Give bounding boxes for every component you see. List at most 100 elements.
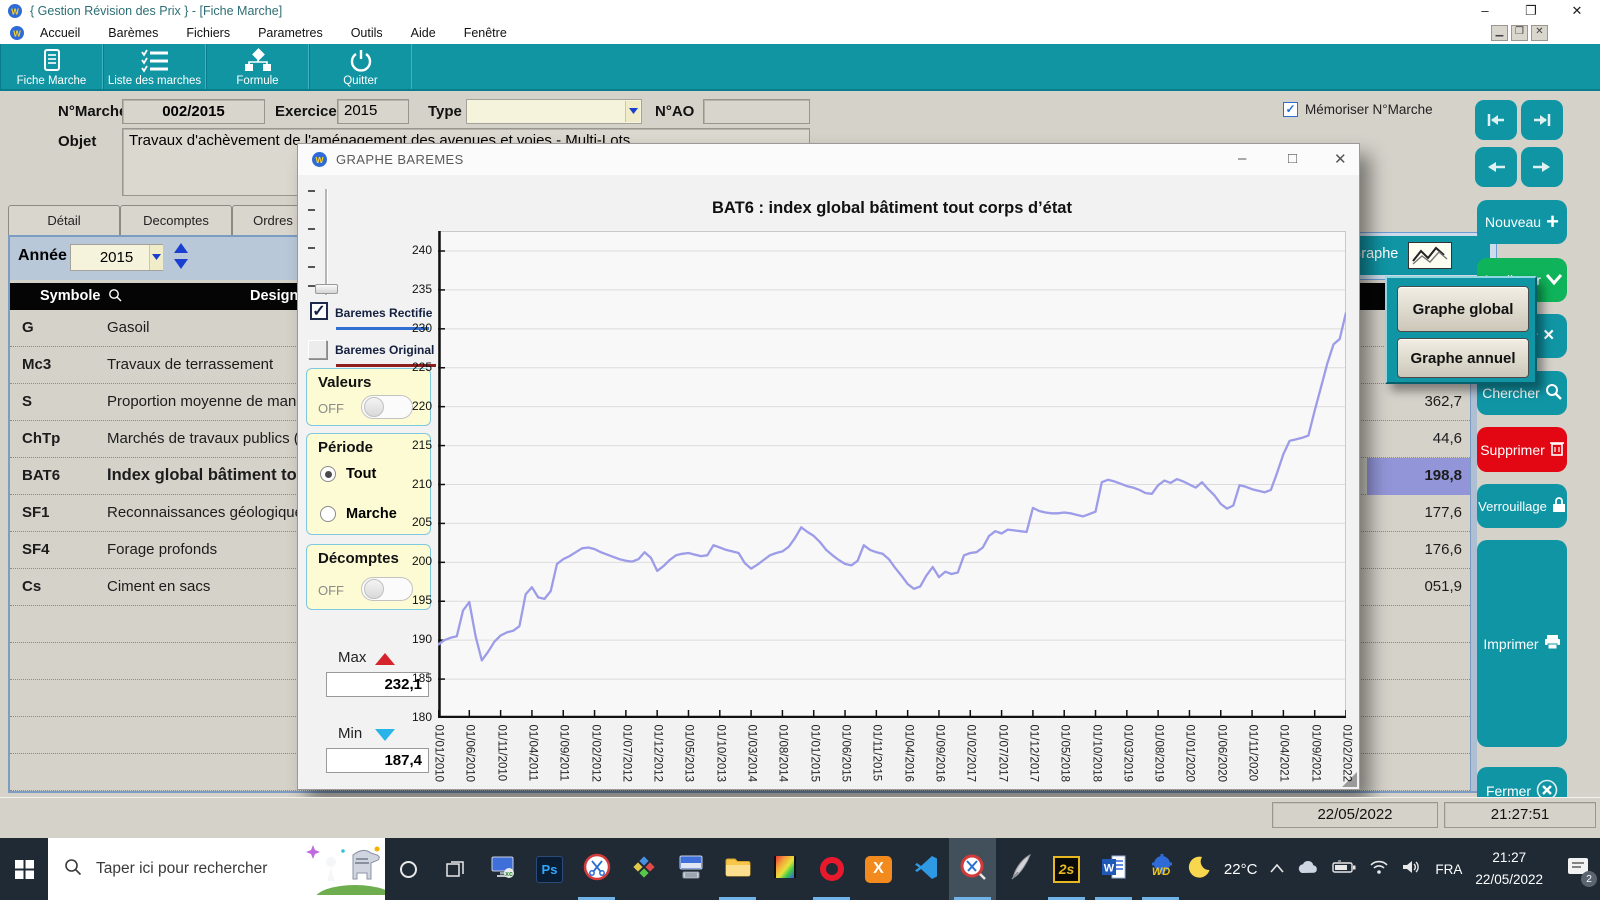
column-symbole[interactable]: Symbole (40, 288, 100, 304)
task-view-button[interactable] (432, 838, 479, 900)
chevron-down-icon[interactable] (149, 245, 163, 270)
taskbar-remote-desktop-icon[interactable]: xc (479, 838, 526, 900)
row-symbol: Mc3 (22, 356, 51, 373)
toolbar-button-fiche-marche[interactable]: Fiche Marche (0, 44, 103, 89)
valeurs-state: OFF (318, 401, 344, 416)
zoom-slider-track[interactable] (325, 189, 327, 295)
radio-tout[interactable] (320, 466, 336, 482)
min-field[interactable]: 187,4 (326, 748, 429, 773)
notifications-button[interactable]: 2 (1566, 856, 1590, 883)
chart-title: BAT6 : index global bâtiment tout corps … (592, 199, 1192, 223)
toolbar-button-quitter[interactable]: Quitter (309, 44, 412, 89)
start-button[interactable] (0, 838, 48, 900)
taskbar-diamond-versioning-icon[interactable] (620, 838, 667, 900)
first-record-button[interactable] (1475, 100, 1517, 140)
temperature[interactable]: 22°C (1224, 861, 1258, 878)
previous-record-button[interactable] (1475, 147, 1517, 187)
power-icon (348, 48, 374, 75)
x-axis-label: 01/09/2016 (932, 725, 945, 791)
night-mode-icon[interactable] (1187, 855, 1211, 884)
taskbar-photo-viewer-icon[interactable] (761, 838, 808, 900)
window-close-button[interactable]: ✕ (1554, 3, 1600, 19)
x-axis-label: 01/07/2012 (619, 725, 632, 791)
toolbar-button-formule[interactable]: Formule (206, 44, 309, 89)
radio-tout-label[interactable]: Tout (346, 466, 376, 482)
statusbar: 22/05/2022 21:27:51 (0, 797, 1600, 832)
menu-item-fentre[interactable]: Fenêtre (450, 22, 521, 44)
window-maximize-button[interactable]: ❐ (1508, 3, 1554, 19)
clock[interactable]: 21:2722/05/2022 (1475, 847, 1543, 890)
dialog-minimize-button[interactable]: – (1238, 150, 1246, 167)
graphe-annuel-button[interactable]: Graphe annuel (1397, 338, 1529, 378)
onedrive-cloud-icon[interactable] (1297, 860, 1319, 879)
x-axis-label: 01/09/2011 (557, 725, 570, 791)
mdi-restore-button[interactable]: ❐ (1511, 25, 1528, 41)
svg-text:WD: WD (1151, 866, 1169, 878)
menu-item-fichiers[interactable]: Fichiers (172, 22, 244, 44)
row-value: 051,9 (1367, 569, 1470, 606)
taskbar-quill-pen-icon[interactable] (996, 838, 1043, 900)
nouveau-button[interactable]: Nouveau+ (1477, 200, 1567, 244)
tab-decomptes[interactable]: Decomptes (120, 205, 232, 235)
y-axis-label: 205 (398, 515, 432, 529)
min-arrow-icon (374, 728, 396, 747)
nao-field[interactable] (703, 99, 810, 124)
radio-marche-label[interactable]: Marche (346, 506, 397, 522)
word-icon: W (1100, 853, 1128, 886)
radio-marche[interactable] (320, 506, 336, 522)
window-minimize-button[interactable]: – (1462, 3, 1508, 19)
imprimer-button[interactable]: Imprimer (1477, 540, 1567, 747)
taskbar-snipping-tool-icon[interactable] (573, 838, 620, 900)
x-axis-label: 01/08/2019 (1152, 725, 1165, 791)
last-record-button[interactable] (1521, 100, 1563, 140)
dialog-titlebar[interactable]: W GRAPHE BAREMES – □ ✕ (298, 144, 1359, 175)
menu-item-parametres[interactable]: Parametres (244, 22, 337, 44)
baremes-rectifie-checkbox[interactable]: ✓ (310, 302, 328, 320)
x-axis-label: 01/03/2014 (745, 725, 758, 791)
taskbar-windev-icon[interactable]: WD (1137, 838, 1184, 900)
memoriser-checkbox[interactable]: ✓ Mémoriser N°Marche (1283, 102, 1433, 117)
taskbar-word-icon[interactable]: W (1090, 838, 1137, 900)
volume-icon[interactable] (1402, 859, 1422, 880)
language-indicator[interactable]: FRA (1435, 862, 1462, 877)
taskbar-2s-app-icon[interactable]: 2s (1043, 838, 1090, 900)
next-record-button[interactable] (1521, 147, 1563, 187)
wifi-icon[interactable] (1369, 859, 1389, 879)
taskbar-file-explorer-icon[interactable] (714, 838, 761, 900)
verrouillage-button[interactable]: Verrouillage (1477, 484, 1567, 528)
taskbar-vscode-icon[interactable] (902, 838, 949, 900)
taskbar-xampp-icon[interactable]: X (855, 838, 902, 900)
menu-item-accueil[interactable]: Accueil (26, 22, 94, 44)
type-dropdown[interactable] (466, 99, 642, 124)
supprimer-button[interactable]: Supprimer (1477, 427, 1567, 472)
x-axis-label: 01/10/2018 (1089, 725, 1102, 791)
dialog-maximize-button[interactable]: □ (1288, 150, 1297, 167)
zoom-slider-thumb[interactable] (315, 284, 338, 294)
battery-icon[interactable] (1332, 860, 1356, 879)
dialog-close-button[interactable]: ✕ (1334, 150, 1347, 168)
num-marche-field[interactable]: 002/2015 (122, 99, 265, 124)
exercice-field[interactable]: 2015 (337, 99, 409, 124)
menu-item-barmes[interactable]: Barèmes (94, 22, 172, 44)
chevron-down-icon[interactable] (625, 101, 640, 122)
photo-viewer-icon (771, 853, 799, 886)
baremes-original-checkbox[interactable] (308, 340, 327, 359)
annee-spinner-down-icon[interactable] (173, 257, 189, 276)
taskbar-snip-sketch-icon[interactable] (949, 838, 996, 900)
taskbar-photoshop-icon[interactable]: Ps (526, 838, 573, 900)
search-box[interactable]: Taper ici pour rechercher (48, 838, 385, 900)
mdi-minimize-button[interactable]: ▁ (1491, 25, 1508, 41)
chevron-up-icon[interactable] (1270, 860, 1284, 878)
y-axis-label: 215 (398, 438, 432, 452)
tab-detail[interactable]: Détail (8, 205, 120, 235)
search-illustration (293, 837, 385, 900)
taskbar-opera-icon[interactable] (808, 838, 855, 900)
graphe-global-button[interactable]: Graphe global (1397, 286, 1529, 332)
toolbar-button-liste-des-marches[interactable]: Liste des marches (103, 44, 206, 89)
x-axis-label: 01/12/2017 (1026, 725, 1039, 791)
menu-item-aide[interactable]: Aide (397, 22, 450, 44)
taskbar-screen-keyboard-icon[interactable] (667, 838, 714, 900)
cortana-button[interactable] (385, 838, 432, 900)
mdi-close-button[interactable]: ✕ (1531, 25, 1548, 41)
menu-item-outils[interactable]: Outils (337, 22, 397, 44)
